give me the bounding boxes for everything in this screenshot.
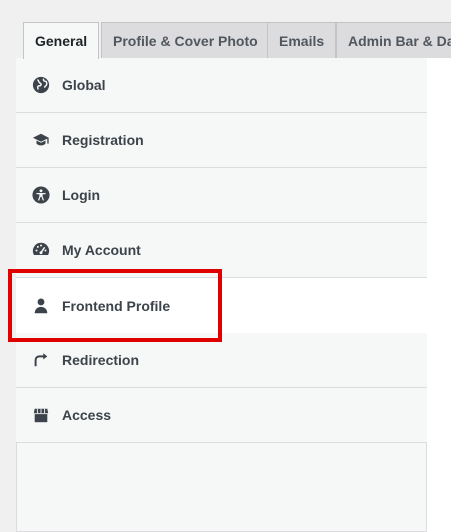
dashboard-gauge-icon — [32, 241, 50, 259]
tab-profile-cover-photo[interactable]: Profile & Cover Photo — [101, 22, 270, 58]
tab-bar: General Profile & Cover Photo Emails Adm… — [0, 22, 451, 59]
menu-label-registration: Registration — [62, 132, 144, 148]
menu-label-access: Access — [62, 407, 112, 423]
tab-admin-bar[interactable]: Admin Bar & Das — [336, 22, 451, 58]
store-icon — [32, 406, 50, 424]
globe-icon — [32, 76, 50, 94]
menu-item-login[interactable]: Login — [16, 168, 427, 223]
menu-label-login: Login — [62, 187, 101, 203]
tab-emails[interactable]: Emails — [267, 22, 337, 58]
menu-label-frontend-profile: Frontend Profile — [62, 297, 171, 314]
menu-item-access[interactable]: Access — [16, 388, 427, 443]
menu-item-frontend-profile[interactable]: Frontend Profile — [16, 278, 451, 333]
menu-item-registration[interactable]: Registration — [16, 113, 427, 168]
menu-item-my-account[interactable]: My Account — [16, 223, 427, 278]
menu-label-my-account: My Account — [62, 242, 141, 258]
tab-general[interactable]: General — [23, 22, 100, 59]
redirect-arrow-icon — [32, 351, 50, 369]
menu-item-global[interactable]: Global — [16, 58, 427, 113]
menu-label-global: Global — [62, 77, 106, 93]
menu-label-redirection: Redirection — [62, 352, 140, 368]
user-icon — [32, 297, 50, 315]
graduation-cap-icon — [32, 131, 50, 149]
menu-item-redirection[interactable]: Redirection — [16, 333, 427, 388]
accessibility-icon — [32, 186, 50, 204]
